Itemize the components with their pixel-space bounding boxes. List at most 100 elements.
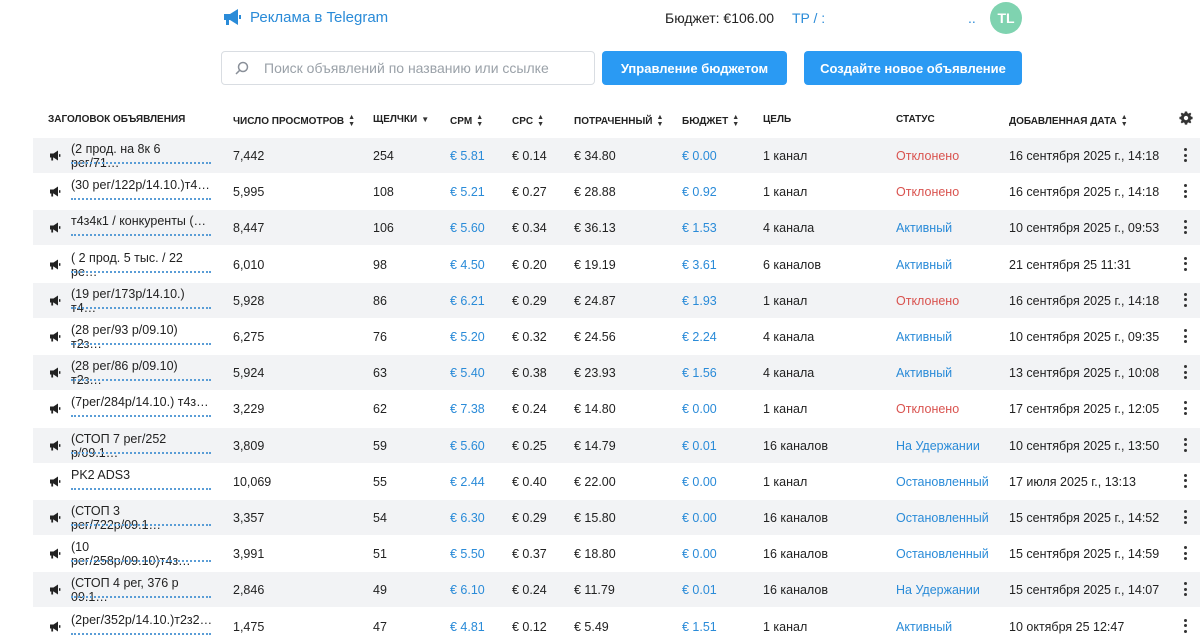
- table-row[interactable]: т4з4к1 / конкуренты (… 8,447 106 € 5.60 € 0.…: [33, 210, 1200, 246]
- budget-cell[interactable]: € 0.01: [682, 583, 717, 597]
- budget-cell[interactable]: € 2.24: [682, 330, 717, 344]
- budget-cell[interactable]: € 0.00: [682, 402, 717, 416]
- column-spent[interactable]: ПОТРАЧЕННЫЙ ▲ ▼: [574, 114, 663, 128]
- cpm-cell[interactable]: € 5.20: [450, 330, 485, 344]
- ad-title[interactable]: (7рег/284р/14.10.) т4з…: [71, 395, 211, 409]
- budget-cell[interactable]: € 1.93: [682, 294, 717, 308]
- ad-link[interactable]: [71, 159, 211, 167]
- table-row[interactable]: (30 рег/122р/14.10.)т4… 5,995 108 € 5.21 € 0…: [33, 174, 1200, 209]
- date-cell: 21 сентября 25 11:31: [1009, 257, 1131, 272]
- table-row[interactable]: (28 рег/86 р/09.10) т2з… 5,924 63 € 5.40 € 0…: [33, 355, 1200, 391]
- cpm-cell[interactable]: € 6.10: [450, 583, 485, 597]
- cpm-cell[interactable]: € 5.81: [450, 149, 485, 163]
- ad-link[interactable]: [71, 557, 211, 565]
- cpm-cell[interactable]: € 4.50: [450, 258, 485, 272]
- ad-link[interactable]: [71, 449, 211, 457]
- cpc-cell: € 0.38: [512, 366, 547, 381]
- budget-cell[interactable]: € 0.92: [682, 185, 717, 199]
- ad-link[interactable]: [71, 340, 211, 348]
- table-row[interactable]: (СТОП 4 рег, 376 р 09.1… 2,846 49 € 6.10 € 0…: [33, 572, 1200, 608]
- ad-link[interactable]: [71, 268, 211, 276]
- column-cpm[interactable]: CPM ▲ ▼: [450, 114, 483, 128]
- search-box[interactable]: [221, 51, 595, 85]
- cpm-cell[interactable]: € 7.38: [450, 402, 485, 416]
- column-budget[interactable]: БЮДЖЕТ ▲ ▼: [682, 114, 739, 128]
- date-cell: 10 сентября 2025 г., 09:35: [1009, 330, 1160, 344]
- table-row[interactable]: (2 прод. на 8к 6 рег/71… 7,442 254 € 5.81 € …: [33, 138, 1200, 173]
- kebab-menu-icon[interactable]: [1182, 473, 1188, 488]
- megaphone-icon: [50, 584, 61, 595]
- ad-link[interactable]: [71, 376, 211, 384]
- budget-cell[interactable]: € 1.51: [682, 620, 717, 634]
- budget-cell[interactable]: € 3.61: [682, 258, 717, 272]
- table-row[interactable]: ( 2 прод. 5 тыс. / 22 ре… 6,010 98 € 4.50 € …: [33, 247, 1200, 282]
- search-input[interactable]: [262, 59, 586, 77]
- budget-cell[interactable]: € 0.00: [682, 475, 717, 489]
- ad-title[interactable]: (2рег/352р/14.10.)т2з2…: [71, 613, 211, 627]
- brand[interactable]: Реклама в Telegram: [222, 8, 388, 26]
- avatar[interactable]: TL: [990, 2, 1022, 34]
- kebab-menu-icon[interactable]: [1182, 618, 1188, 633]
- column-cpm-label: CPM: [450, 115, 473, 127]
- column-views[interactable]: ЧИСЛО ПРОСМОТРОВ ▲ ▼: [233, 114, 355, 128]
- column-title[interactable]: ЗАГОЛОВОК ОБЪЯВЛЕНИЯ: [48, 114, 185, 125]
- kebab-menu-icon[interactable]: [1182, 184, 1188, 199]
- account-switcher[interactable]: TP / :: [792, 10, 825, 26]
- budget-cell[interactable]: € 0.00: [682, 547, 717, 561]
- budget-cell[interactable]: € 0.00: [682, 511, 717, 525]
- kebab-menu-icon[interactable]: [1182, 148, 1188, 162]
- account-menu-toggle[interactable]: ..: [968, 10, 976, 26]
- ad-link[interactable]: [71, 231, 211, 239]
- cpm-cell[interactable]: € 5.60: [450, 439, 485, 453]
- cpm-cell[interactable]: € 2.44: [450, 475, 485, 489]
- table-row[interactable]: (28 рег/93 р/09.10) т2з… 6,275 76 € 5.20 € 0…: [33, 319, 1200, 354]
- kebab-menu-icon[interactable]: [1182, 401, 1188, 416]
- cpm-cell[interactable]: € 5.50: [450, 547, 485, 561]
- kebab-menu-icon[interactable]: [1182, 220, 1188, 235]
- kebab-menu-icon[interactable]: [1182, 437, 1188, 452]
- manage-budget-button[interactable]: Управление бюджетом: [602, 51, 787, 85]
- cpc-cell: € 0.32: [512, 330, 547, 344]
- table-row[interactable]: (СТОП 7 рег/252 р/09.1… 3,809 59 € 5.60 € 0.…: [33, 427, 1200, 463]
- ad-title[interactable]: т4з4к1 / конкуренты (…: [71, 214, 211, 228]
- budget-label: Бюджет: €106.00: [665, 10, 775, 26]
- budget-cell[interactable]: € 1.56: [682, 366, 717, 380]
- table-row[interactable]: (7рег/284р/14.10.) т4з… 3,229 62 € 7.38 € 0.…: [33, 391, 1200, 426]
- kebab-menu-icon[interactable]: [1182, 582, 1188, 597]
- ad-link[interactable]: [71, 304, 211, 312]
- cpm-cell[interactable]: € 5.21: [450, 185, 485, 199]
- cpm-cell[interactable]: € 4.81: [450, 620, 485, 634]
- column-date[interactable]: ДОБАВЛЕННАЯ ДАТА ▲ ▼: [1009, 114, 1128, 128]
- column-cpc[interactable]: CPC ▲ ▼: [512, 114, 544, 128]
- table-row[interactable]: (10 рег/258р/09.10)т4з… 3,991 51 € 5.50 € 0.…: [33, 536, 1200, 571]
- ad-title[interactable]: PK2 ADS3: [71, 468, 211, 482]
- kebab-menu-icon[interactable]: [1182, 510, 1188, 524]
- column-clicks[interactable]: ЩЕЛЧКИ ▼: [373, 114, 429, 125]
- table-row[interactable]: (СТОП 3 рег/722р/09.1… 3,357 54 € 6.30 € 0.2…: [33, 500, 1200, 535]
- cpm-cell[interactable]: € 6.21: [450, 294, 485, 308]
- kebab-menu-icon[interactable]: [1182, 546, 1188, 561]
- create-ad-button[interactable]: Создайте новое объявление: [804, 51, 1022, 85]
- cpm-cell[interactable]: € 5.40: [450, 366, 485, 380]
- spent-cell: € 5.49: [574, 619, 609, 634]
- kebab-menu-icon[interactable]: [1182, 256, 1188, 271]
- cpc-cell: € 0.40: [512, 474, 547, 489]
- kebab-menu-icon[interactable]: [1182, 365, 1188, 380]
- ad-link[interactable]: [71, 412, 211, 420]
- budget-cell[interactable]: € 0.00: [682, 149, 717, 163]
- budget-cell[interactable]: € 1.53: [682, 221, 717, 235]
- table-row[interactable]: (2рег/352р/14.10.)т2з2… 1,475 47 € 4.81 € 0.…: [33, 609, 1200, 644]
- ad-title[interactable]: (30 рег/122р/14.10.)т4…: [71, 178, 211, 192]
- table-row[interactable]: PK2 ADS3 10,069 55 € 2.44 € 0.40 € 22.00 € 0.0…: [33, 464, 1200, 499]
- cpm-cell[interactable]: € 6.30: [450, 511, 485, 525]
- budget-cell[interactable]: € 0.01: [682, 439, 717, 453]
- ad-link[interactable]: [71, 485, 211, 493]
- kebab-menu-icon[interactable]: [1182, 329, 1188, 343]
- cpm-cell[interactable]: € 5.60: [450, 221, 485, 235]
- gear-icon[interactable]: [1179, 111, 1193, 125]
- ad-link[interactable]: [71, 195, 211, 203]
- table-row[interactable]: (19 рег/173р/14.10.) т4… 5,928 86 € 6.21 € 0…: [33, 282, 1200, 318]
- kebab-menu-icon[interactable]: [1182, 292, 1188, 307]
- ad-link[interactable]: [71, 593, 211, 601]
- ad-link[interactable]: [71, 521, 211, 529]
